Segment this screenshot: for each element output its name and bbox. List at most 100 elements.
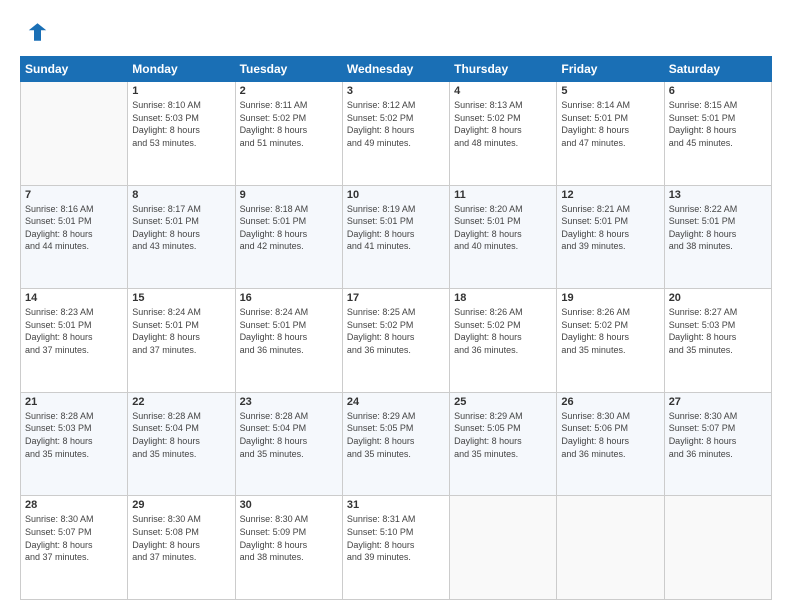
cell-info: Sunrise: 8:24 AM Sunset: 5:01 PM Dayligh… bbox=[132, 306, 230, 356]
page: SundayMondayTuesdayWednesdayThursdayFrid… bbox=[0, 0, 792, 612]
calendar-cell: 4 Sunrise: 8:13 AM Sunset: 5:02 PM Daylig… bbox=[450, 82, 557, 186]
day-number: 15 bbox=[132, 292, 230, 304]
calendar-cell: 15 Sunrise: 8:24 AM Sunset: 5:01 PM Dayli… bbox=[128, 289, 235, 393]
cell-info: Sunrise: 8:29 AM Sunset: 5:05 PM Dayligh… bbox=[454, 410, 552, 460]
calendar-cell: 12 Sunrise: 8:21 AM Sunset: 5:01 PM Dayli… bbox=[557, 185, 664, 289]
day-number: 16 bbox=[240, 292, 338, 304]
calendar-week-row: 14Sunrise: 8:23 AM Sunset: 5:01 PM Dayli… bbox=[21, 289, 772, 393]
cell-info: Sunrise: 8:22 AM Sunset: 5:01 PM Dayligh… bbox=[669, 203, 767, 253]
cell-info: Sunrise: 8:11 AM Sunset: 5:02 PM Dayligh… bbox=[240, 99, 338, 149]
cell-info: Sunrise: 8:30 AM Sunset: 5:08 PM Dayligh… bbox=[132, 513, 230, 563]
day-number: 2 bbox=[240, 85, 338, 97]
cell-info: Sunrise: 8:13 AM Sunset: 5:02 PM Dayligh… bbox=[454, 99, 552, 149]
calendar-cell: 27Sunrise: 8:30 AM Sunset: 5:07 PM Dayli… bbox=[664, 392, 771, 496]
day-number: 12 bbox=[561, 189, 659, 201]
cell-info: Sunrise: 8:31 AM Sunset: 5:10 PM Dayligh… bbox=[347, 513, 445, 563]
cell-info: Sunrise: 8:17 AM Sunset: 5:01 PM Dayligh… bbox=[132, 203, 230, 253]
day-number: 10 bbox=[347, 189, 445, 201]
day-number: 3 bbox=[347, 85, 445, 97]
day-number: 25 bbox=[454, 396, 552, 408]
day-number: 5 bbox=[561, 85, 659, 97]
calendar-cell: 2 Sunrise: 8:11 AM Sunset: 5:02 PM Daylig… bbox=[235, 82, 342, 186]
cell-info: Sunrise: 8:30 AM Sunset: 5:09 PM Dayligh… bbox=[240, 513, 338, 563]
cell-info: Sunrise: 8:28 AM Sunset: 5:04 PM Dayligh… bbox=[240, 410, 338, 460]
calendar-cell: 23 Sunrise: 8:28 AM Sunset: 5:04 PM Dayli… bbox=[235, 392, 342, 496]
calendar-cell: 11 Sunrise: 8:20 AM Sunset: 5:01 PM Dayli… bbox=[450, 185, 557, 289]
day-number: 1 bbox=[132, 85, 230, 97]
calendar-cell: 16Sunrise: 8:24 AM Sunset: 5:01 PM Dayli… bbox=[235, 289, 342, 393]
logo bbox=[20, 18, 52, 46]
calendar-cell: 9Sunrise: 8:18 AM Sunset: 5:01 PM Daylig… bbox=[235, 185, 342, 289]
cell-info: Sunrise: 8:12 AM Sunset: 5:02 PM Dayligh… bbox=[347, 99, 445, 149]
weekday-header-tuesday: Tuesday bbox=[235, 57, 342, 82]
day-number: 18 bbox=[454, 292, 552, 304]
calendar-cell: 5 Sunrise: 8:14 AM Sunset: 5:01 PM Daylig… bbox=[557, 82, 664, 186]
day-number: 14 bbox=[25, 292, 123, 304]
weekday-header-wednesday: Wednesday bbox=[342, 57, 449, 82]
cell-info: Sunrise: 8:21 AM Sunset: 5:01 PM Dayligh… bbox=[561, 203, 659, 253]
calendar-cell: 28 Sunrise: 8:30 AM Sunset: 5:07 PM Dayli… bbox=[21, 496, 128, 600]
cell-info: Sunrise: 8:28 AM Sunset: 5:03 PM Dayligh… bbox=[25, 410, 123, 460]
cell-info: Sunrise: 8:25 AM Sunset: 5:02 PM Dayligh… bbox=[347, 306, 445, 356]
calendar-cell bbox=[450, 496, 557, 600]
calendar-cell: 6Sunrise: 8:15 AM Sunset: 5:01 PM Daylig… bbox=[664, 82, 771, 186]
calendar-cell bbox=[664, 496, 771, 600]
day-number: 20 bbox=[669, 292, 767, 304]
day-number: 28 bbox=[25, 499, 123, 511]
day-number: 23 bbox=[240, 396, 338, 408]
day-number: 22 bbox=[132, 396, 230, 408]
calendar-cell: 19 Sunrise: 8:26 AM Sunset: 5:02 PM Dayli… bbox=[557, 289, 664, 393]
weekday-header-monday: Monday bbox=[128, 57, 235, 82]
calendar-table: SundayMondayTuesdayWednesdayThursdayFrid… bbox=[20, 56, 772, 600]
calendar-cell: 22Sunrise: 8:28 AM Sunset: 5:04 PM Dayli… bbox=[128, 392, 235, 496]
calendar-cell: 8 Sunrise: 8:17 AM Sunset: 5:01 PM Daylig… bbox=[128, 185, 235, 289]
cell-info: Sunrise: 8:20 AM Sunset: 5:01 PM Dayligh… bbox=[454, 203, 552, 253]
header bbox=[20, 18, 772, 46]
calendar-week-row: 28 Sunrise: 8:30 AM Sunset: 5:07 PM Dayli… bbox=[21, 496, 772, 600]
cell-info: Sunrise: 8:27 AM Sunset: 5:03 PM Dayligh… bbox=[669, 306, 767, 356]
calendar-week-row: 7Sunrise: 8:16 AM Sunset: 5:01 PM Daylig… bbox=[21, 185, 772, 289]
day-number: 4 bbox=[454, 85, 552, 97]
cell-info: Sunrise: 8:14 AM Sunset: 5:01 PM Dayligh… bbox=[561, 99, 659, 149]
calendar-cell: 14Sunrise: 8:23 AM Sunset: 5:01 PM Dayli… bbox=[21, 289, 128, 393]
day-number: 7 bbox=[25, 189, 123, 201]
calendar-cell bbox=[21, 82, 128, 186]
calendar-cell: 24 Sunrise: 8:29 AM Sunset: 5:05 PM Dayli… bbox=[342, 392, 449, 496]
calendar-cell: 17 Sunrise: 8:25 AM Sunset: 5:02 PM Dayli… bbox=[342, 289, 449, 393]
day-number: 26 bbox=[561, 396, 659, 408]
cell-info: Sunrise: 8:30 AM Sunset: 5:07 PM Dayligh… bbox=[25, 513, 123, 563]
calendar-cell: 18 Sunrise: 8:26 AM Sunset: 5:02 PM Dayli… bbox=[450, 289, 557, 393]
calendar-header-row: SundayMondayTuesdayWednesdayThursdayFrid… bbox=[21, 57, 772, 82]
cell-info: Sunrise: 8:26 AM Sunset: 5:02 PM Dayligh… bbox=[454, 306, 552, 356]
cell-info: Sunrise: 8:26 AM Sunset: 5:02 PM Dayligh… bbox=[561, 306, 659, 356]
day-number: 24 bbox=[347, 396, 445, 408]
cell-info: Sunrise: 8:19 AM Sunset: 5:01 PM Dayligh… bbox=[347, 203, 445, 253]
cell-info: Sunrise: 8:15 AM Sunset: 5:01 PM Dayligh… bbox=[669, 99, 767, 149]
calendar-cell: 30 Sunrise: 8:30 AM Sunset: 5:09 PM Dayli… bbox=[235, 496, 342, 600]
calendar-cell: 20 Sunrise: 8:27 AM Sunset: 5:03 PM Dayli… bbox=[664, 289, 771, 393]
day-number: 13 bbox=[669, 189, 767, 201]
cell-info: Sunrise: 8:10 AM Sunset: 5:03 PM Dayligh… bbox=[132, 99, 230, 149]
day-number: 17 bbox=[347, 292, 445, 304]
calendar-cell: 13 Sunrise: 8:22 AM Sunset: 5:01 PM Dayli… bbox=[664, 185, 771, 289]
day-number: 19 bbox=[561, 292, 659, 304]
cell-info: Sunrise: 8:29 AM Sunset: 5:05 PM Dayligh… bbox=[347, 410, 445, 460]
day-number: 21 bbox=[25, 396, 123, 408]
calendar-cell: 29 Sunrise: 8:30 AM Sunset: 5:08 PM Dayli… bbox=[128, 496, 235, 600]
weekday-header-friday: Friday bbox=[557, 57, 664, 82]
calendar-week-row: 21 Sunrise: 8:28 AM Sunset: 5:03 PM Dayli… bbox=[21, 392, 772, 496]
logo-icon bbox=[20, 18, 48, 46]
day-number: 30 bbox=[240, 499, 338, 511]
weekday-header-thursday: Thursday bbox=[450, 57, 557, 82]
day-number: 11 bbox=[454, 189, 552, 201]
day-number: 8 bbox=[132, 189, 230, 201]
calendar-cell: 26 Sunrise: 8:30 AM Sunset: 5:06 PM Dayli… bbox=[557, 392, 664, 496]
day-number: 31 bbox=[347, 499, 445, 511]
calendar-cell: 21 Sunrise: 8:28 AM Sunset: 5:03 PM Dayli… bbox=[21, 392, 128, 496]
calendar-cell: 3 Sunrise: 8:12 AM Sunset: 5:02 PM Daylig… bbox=[342, 82, 449, 186]
calendar-week-row: 1 Sunrise: 8:10 AM Sunset: 5:03 PM Daylig… bbox=[21, 82, 772, 186]
cell-info: Sunrise: 8:30 AM Sunset: 5:06 PM Dayligh… bbox=[561, 410, 659, 460]
day-number: 29 bbox=[132, 499, 230, 511]
calendar-cell: 10 Sunrise: 8:19 AM Sunset: 5:01 PM Dayli… bbox=[342, 185, 449, 289]
calendar-cell: 1 Sunrise: 8:10 AM Sunset: 5:03 PM Daylig… bbox=[128, 82, 235, 186]
